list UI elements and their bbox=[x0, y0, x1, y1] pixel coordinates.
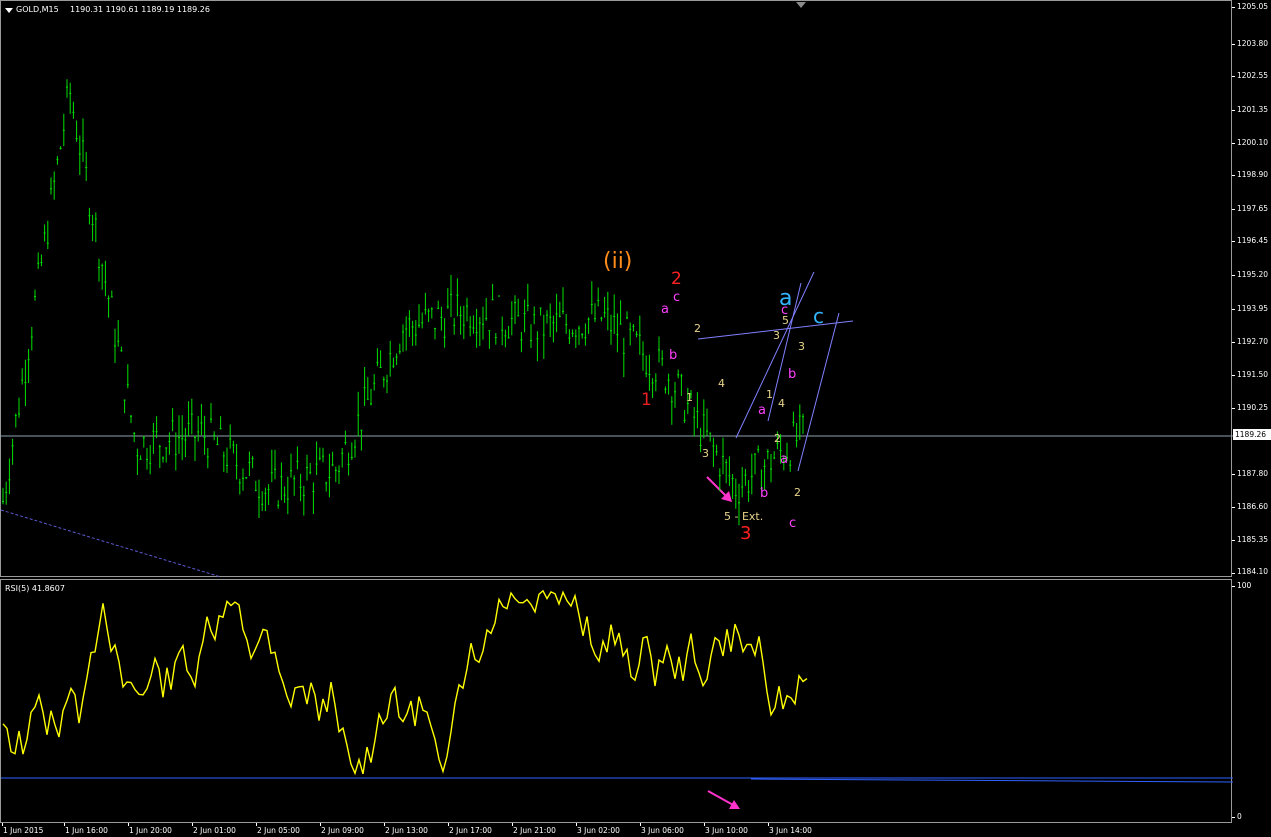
time-label: 2 Jun 01:00 bbox=[193, 826, 236, 835]
price-label: 1203.80 bbox=[1237, 39, 1269, 48]
price-label: 1193.95 bbox=[1237, 304, 1269, 313]
price-label: 1202.55 bbox=[1237, 71, 1269, 80]
wave-label-a-pink: a bbox=[661, 302, 669, 317]
price-tick bbox=[1232, 7, 1235, 8]
time-label: 2 Jun 17:00 bbox=[449, 826, 492, 835]
rsi-level-line-2 bbox=[750, 778, 1234, 783]
time-label: 1 Jun 16:00 bbox=[65, 826, 108, 835]
price-label: 1200.10 bbox=[1237, 138, 1269, 147]
time-label: 3 Jun 06:00 bbox=[641, 826, 684, 835]
price-chart-pane[interactable]: GOLD,M15 1190.31 1190.61 1189.19 1189.26… bbox=[0, 0, 1233, 578]
wave-label-3-yellow: 3 bbox=[702, 447, 709, 460]
wave-label-b-pink: b bbox=[669, 348, 678, 363]
rsi-line bbox=[2, 589, 808, 776]
wave-label-c-blue: c bbox=[813, 304, 824, 328]
wave-label-b-pink-2: b bbox=[760, 486, 769, 501]
price-label: 1197.65 bbox=[1237, 204, 1269, 213]
price-label: 1196.45 bbox=[1237, 236, 1269, 245]
time-label: 3 Jun 10:00 bbox=[705, 826, 748, 835]
wave-label-4-yellow-2: 4 bbox=[778, 397, 785, 410]
price-label: 1195.20 bbox=[1237, 270, 1269, 279]
price-tick bbox=[1232, 110, 1235, 111]
price-tick bbox=[1232, 44, 1235, 45]
price-chart-svg bbox=[0, 79, 1233, 578]
trendline-c bbox=[797, 312, 840, 472]
price-tick bbox=[1232, 309, 1235, 310]
price-label: 1192.70 bbox=[1237, 337, 1269, 346]
rsi-indicator-pane[interactable]: RSI(5) 41.8607 bbox=[0, 579, 1234, 823]
wave-label-a-pink-3: a bbox=[780, 452, 788, 467]
wave-label-1-yellow-2: 1 bbox=[766, 388, 773, 401]
time-label: 1 Jun 20:00 bbox=[129, 826, 172, 835]
trendline-a-left bbox=[735, 271, 815, 439]
wave-label-2-red: 2 bbox=[671, 269, 682, 289]
time-axis[interactable]: 1 Jun 2015 1 Jun 16:00 1 Jun 20:00 2 Jun… bbox=[0, 823, 1232, 837]
rsi-tick bbox=[1232, 586, 1235, 587]
price-label: 1205.05 bbox=[1237, 2, 1269, 11]
wave-label-3-yellow-2: 3 bbox=[773, 329, 780, 342]
time-label: 3 Jun 02:00 bbox=[577, 826, 620, 835]
rsi-label-100: 100 bbox=[1237, 581, 1252, 590]
rsi-chart-svg bbox=[1, 589, 1234, 809]
wave-label-c-pink-3: c bbox=[789, 516, 797, 531]
price-label: 1184.10 bbox=[1237, 567, 1269, 576]
time-label: 2 Jun 21:00 bbox=[513, 826, 556, 835]
price-label: 1190.25 bbox=[1237, 403, 1269, 412]
wave-label-4-yellow: 4 bbox=[718, 377, 725, 390]
price-tick bbox=[1232, 474, 1235, 475]
price-label: 1187.80 bbox=[1237, 469, 1269, 478]
price-tick bbox=[1232, 507, 1235, 508]
wave-label-3-red: 3 bbox=[740, 523, 752, 544]
wave-label-3-yellow-3: 3 bbox=[798, 340, 805, 353]
down-arrow-shaft bbox=[706, 476, 729, 499]
price-tick bbox=[1232, 375, 1235, 376]
price-label: 1201.35 bbox=[1237, 105, 1269, 114]
wave-label-5-ext: 5 - Ext. bbox=[724, 510, 764, 523]
time-label: 1 Jun 2015 bbox=[3, 826, 44, 835]
time-label: 2 Jun 09:00 bbox=[321, 826, 364, 835]
price-tick bbox=[1232, 573, 1235, 574]
price-tick bbox=[1232, 175, 1235, 176]
wave-label-ii: (ii) bbox=[603, 249, 633, 274]
rsi-arrow-shaft bbox=[707, 790, 736, 807]
price-label: 1185.35 bbox=[1237, 535, 1269, 544]
time-label: 2 Jun 13:00 bbox=[385, 826, 428, 835]
current-price-label: 1189.26 bbox=[1233, 429, 1271, 440]
price-axis[interactable]: 1205.05 1203.80 1202.55 1201.35 1200.10 … bbox=[1232, 0, 1271, 577]
price-tick bbox=[1232, 342, 1235, 343]
rsi-label-0: 0 bbox=[1237, 812, 1242, 821]
price-tick bbox=[1232, 76, 1235, 77]
time-label: 2 Jun 05:00 bbox=[257, 826, 300, 835]
price-label: 1198.90 bbox=[1237, 170, 1269, 179]
price-tick bbox=[1232, 275, 1235, 276]
time-label: 3 Jun 14:00 bbox=[769, 826, 812, 835]
rsi-tick bbox=[1232, 817, 1235, 818]
price-tick bbox=[1232, 408, 1235, 409]
price-tick bbox=[1232, 241, 1235, 242]
wave-label-c-pink: c bbox=[673, 290, 681, 305]
wave-label-5-yellow: 5 bbox=[782, 314, 789, 327]
candles-group bbox=[2, 79, 804, 526]
dashed-trendline bbox=[0, 509, 222, 578]
wave-label-2-yellow: 2 bbox=[694, 322, 701, 335]
price-tick bbox=[1232, 209, 1235, 210]
wave-label-2-yellow-3: 2 bbox=[794, 486, 801, 499]
wave-label-a-pink-2: a bbox=[758, 403, 766, 418]
wave-label-b-pink-3: b bbox=[788, 367, 797, 382]
wave-label-1-yellow: 1 bbox=[686, 391, 693, 404]
price-label: 1186.60 bbox=[1237, 502, 1269, 511]
price-tick bbox=[1232, 143, 1235, 144]
wave-label-1-red: 1 bbox=[641, 390, 652, 410]
rsi-axis: 100 0 bbox=[1232, 579, 1271, 823]
price-tick bbox=[1232, 540, 1235, 541]
wave-label-2-yellow-2: 2 bbox=[774, 432, 781, 445]
price-label: 1191.50 bbox=[1237, 370, 1269, 379]
